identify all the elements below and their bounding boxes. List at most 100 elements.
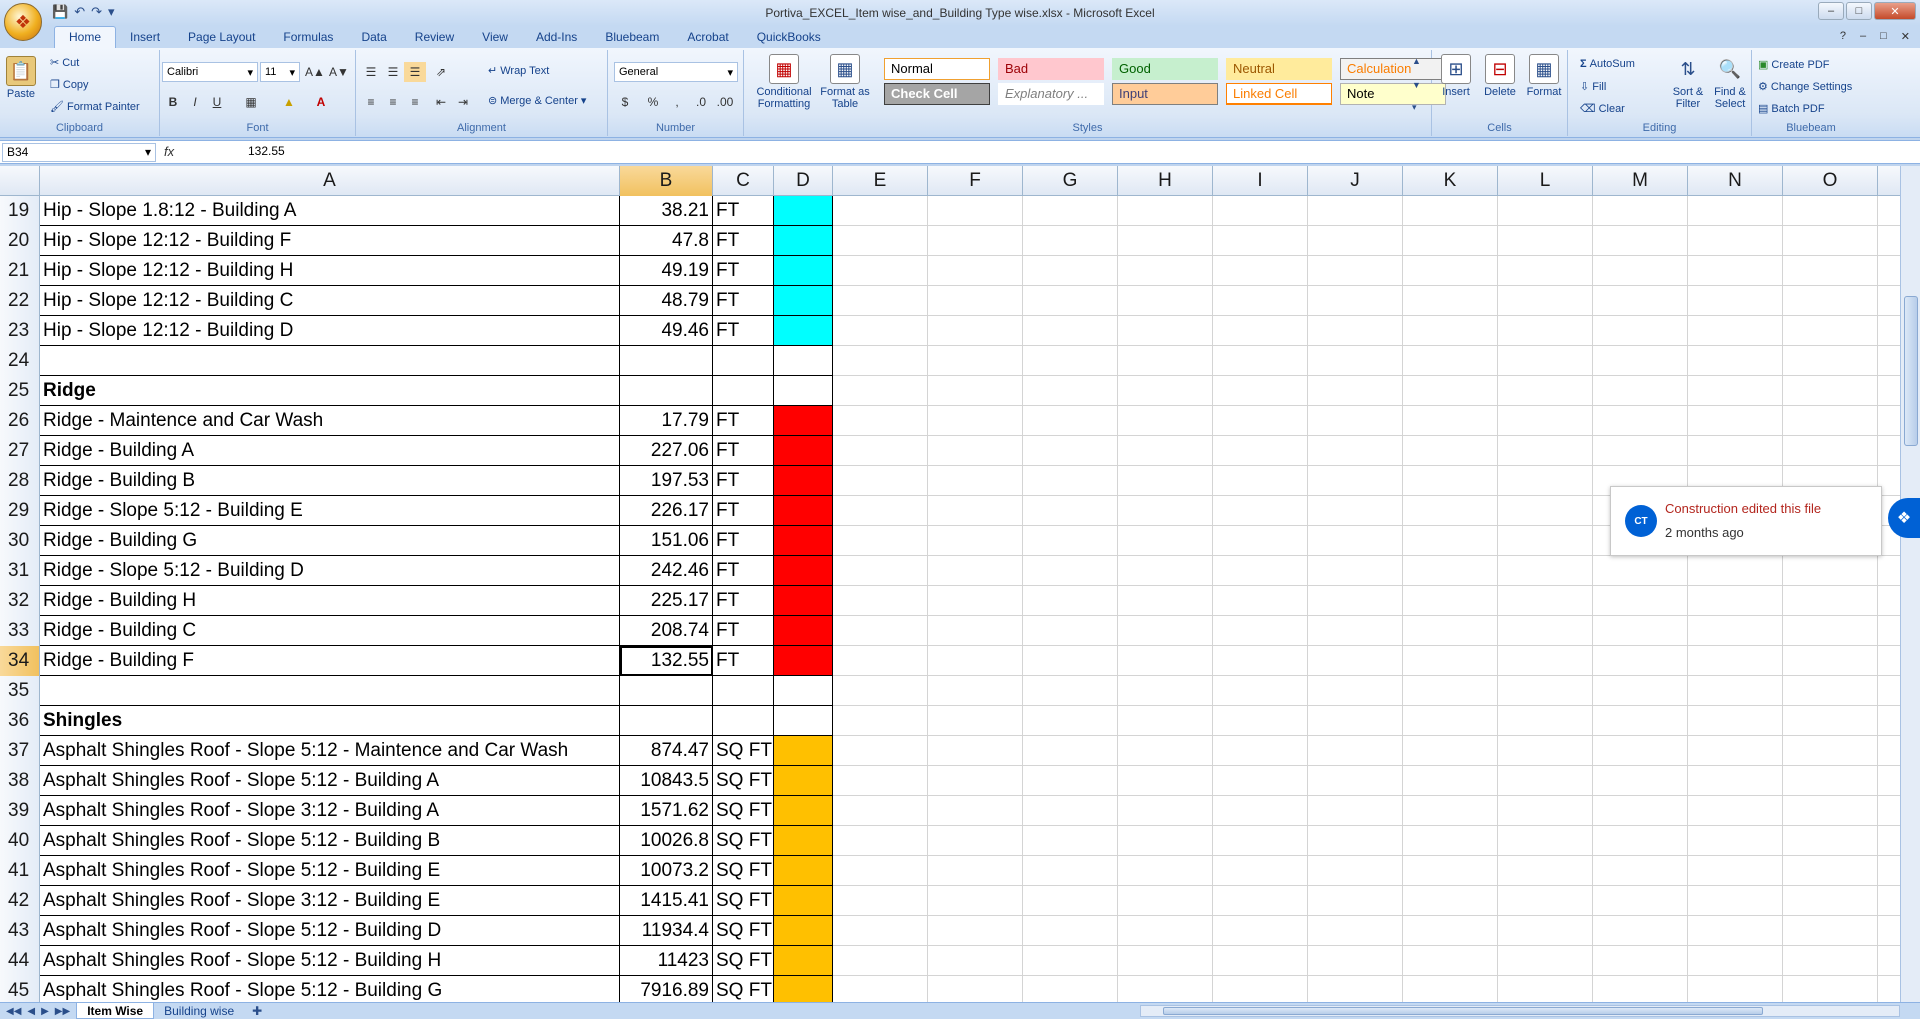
row-header[interactable]: 30 (0, 526, 40, 556)
cell-b[interactable]: 227.06 (620, 436, 713, 466)
cell-i[interactable] (1213, 796, 1308, 826)
cell-o[interactable] (1783, 706, 1878, 736)
cell-b[interactable] (620, 346, 713, 376)
cell-l[interactable] (1498, 676, 1593, 706)
cell-k[interactable] (1403, 826, 1498, 856)
cell-b[interactable]: 226.17 (620, 496, 713, 526)
cell-m[interactable] (1593, 556, 1688, 586)
cell-k[interactable] (1403, 976, 1498, 1002)
row-header[interactable]: 19 (0, 196, 40, 226)
align-top-icon[interactable]: ☰ (360, 62, 382, 82)
format-painter-button[interactable]: 🖌 Format Painter (50, 100, 140, 114)
cell-n[interactable] (1688, 286, 1783, 316)
cell-k[interactable] (1403, 526, 1498, 556)
cell-h[interactable] (1118, 976, 1213, 1002)
cell-f[interactable] (928, 226, 1023, 256)
cell-g[interactable] (1023, 376, 1118, 406)
cell-g[interactable] (1023, 826, 1118, 856)
format-cells-button[interactable]: ▦ Format (1524, 54, 1564, 98)
cell-o[interactable] (1783, 736, 1878, 766)
cell-k[interactable] (1403, 376, 1498, 406)
cell-c[interactable]: FT (713, 466, 774, 496)
cell-f[interactable] (928, 436, 1023, 466)
decrease-decimal-icon[interactable]: .00 (714, 92, 736, 112)
cell-n[interactable] (1688, 436, 1783, 466)
cell-i[interactable] (1213, 616, 1308, 646)
cell-n[interactable] (1688, 316, 1783, 346)
cell-e[interactable] (833, 346, 928, 376)
maximize-button[interactable]: □ (1846, 2, 1872, 20)
increase-decimal-icon[interactable]: .0 (690, 92, 712, 112)
cell-f[interactable] (928, 736, 1023, 766)
cell-e[interactable] (833, 406, 928, 436)
sort-filter-button[interactable]: ⇅ Sort & Filter (1668, 54, 1708, 110)
cell-a[interactable]: Shingles (40, 706, 620, 736)
cell-c[interactable]: SQ FT (713, 766, 774, 796)
cell-f[interactable] (928, 796, 1023, 826)
cell-c[interactable]: FT (713, 436, 774, 466)
cell-d[interactable] (774, 256, 833, 286)
cell-d[interactable] (774, 766, 833, 796)
cell-k[interactable] (1403, 196, 1498, 226)
cell-style-bad[interactable]: Bad (998, 58, 1104, 80)
fill-color-icon[interactable]: ▲ (278, 92, 300, 112)
cell-d[interactable] (774, 976, 833, 1002)
cell-j[interactable] (1308, 976, 1403, 1002)
row-header[interactable]: 23 (0, 316, 40, 346)
cell-j[interactable] (1308, 586, 1403, 616)
cell-j[interactable] (1308, 346, 1403, 376)
cell-h[interactable] (1118, 856, 1213, 886)
cell-a[interactable]: Asphalt Shingles Roof - Slope 5:12 - Mai… (40, 736, 620, 766)
cell-g[interactable] (1023, 256, 1118, 286)
comma-icon[interactable]: , (666, 92, 688, 112)
cell-i[interactable] (1213, 976, 1308, 1002)
row-header[interactable]: 24 (0, 346, 40, 376)
cell-d[interactable] (774, 586, 833, 616)
cell-g[interactable] (1023, 676, 1118, 706)
cell-e[interactable] (833, 946, 928, 976)
cell-j[interactable] (1308, 916, 1403, 946)
cell-k[interactable] (1403, 736, 1498, 766)
cell-d[interactable] (774, 736, 833, 766)
cell-b[interactable] (620, 376, 713, 406)
cell-g[interactable] (1023, 736, 1118, 766)
column-header-f[interactable]: F (928, 166, 1023, 196)
cell-c[interactable]: SQ FT (713, 886, 774, 916)
cell-c[interactable]: SQ FT (713, 976, 774, 1002)
column-header-a[interactable]: A (40, 166, 620, 196)
cell-e[interactable] (833, 886, 928, 916)
cell-e[interactable] (833, 586, 928, 616)
cell-e[interactable] (833, 616, 928, 646)
row-header[interactable]: 43 (0, 916, 40, 946)
cell-d[interactable] (774, 916, 833, 946)
cell-g[interactable] (1023, 886, 1118, 916)
cell-i[interactable] (1213, 586, 1308, 616)
cell-d[interactable] (774, 316, 833, 346)
sheet-tab-item-wise[interactable]: Item Wise (76, 1003, 155, 1019)
delete-cells-button[interactable]: ⊟ Delete (1480, 54, 1520, 98)
cell-h[interactable] (1118, 706, 1213, 736)
cell-f[interactable] (928, 526, 1023, 556)
cell-c[interactable]: SQ FT (713, 736, 774, 766)
copy-button[interactable]: ❐ Copy (50, 78, 89, 92)
row-header[interactable]: 40 (0, 826, 40, 856)
cell-n[interactable] (1688, 916, 1783, 946)
cell-n[interactable] (1688, 946, 1783, 976)
cell-m[interactable] (1593, 856, 1688, 886)
cell-m[interactable] (1593, 616, 1688, 646)
cell-a[interactable]: Ridge (40, 376, 620, 406)
cell-d[interactable] (774, 886, 833, 916)
cell-o[interactable] (1783, 286, 1878, 316)
cell-l[interactable] (1498, 286, 1593, 316)
row-header[interactable]: 29 (0, 496, 40, 526)
cell-j[interactable] (1308, 796, 1403, 826)
cell-j[interactable] (1308, 706, 1403, 736)
cell-o[interactable] (1783, 976, 1878, 1002)
cell-m[interactable] (1593, 826, 1688, 856)
cell-o[interactable] (1783, 856, 1878, 886)
cell-b[interactable]: 208.74 (620, 616, 713, 646)
cell-h[interactable] (1118, 226, 1213, 256)
cell-o[interactable] (1783, 586, 1878, 616)
cell-k[interactable] (1403, 496, 1498, 526)
cell-j[interactable] (1308, 646, 1403, 676)
